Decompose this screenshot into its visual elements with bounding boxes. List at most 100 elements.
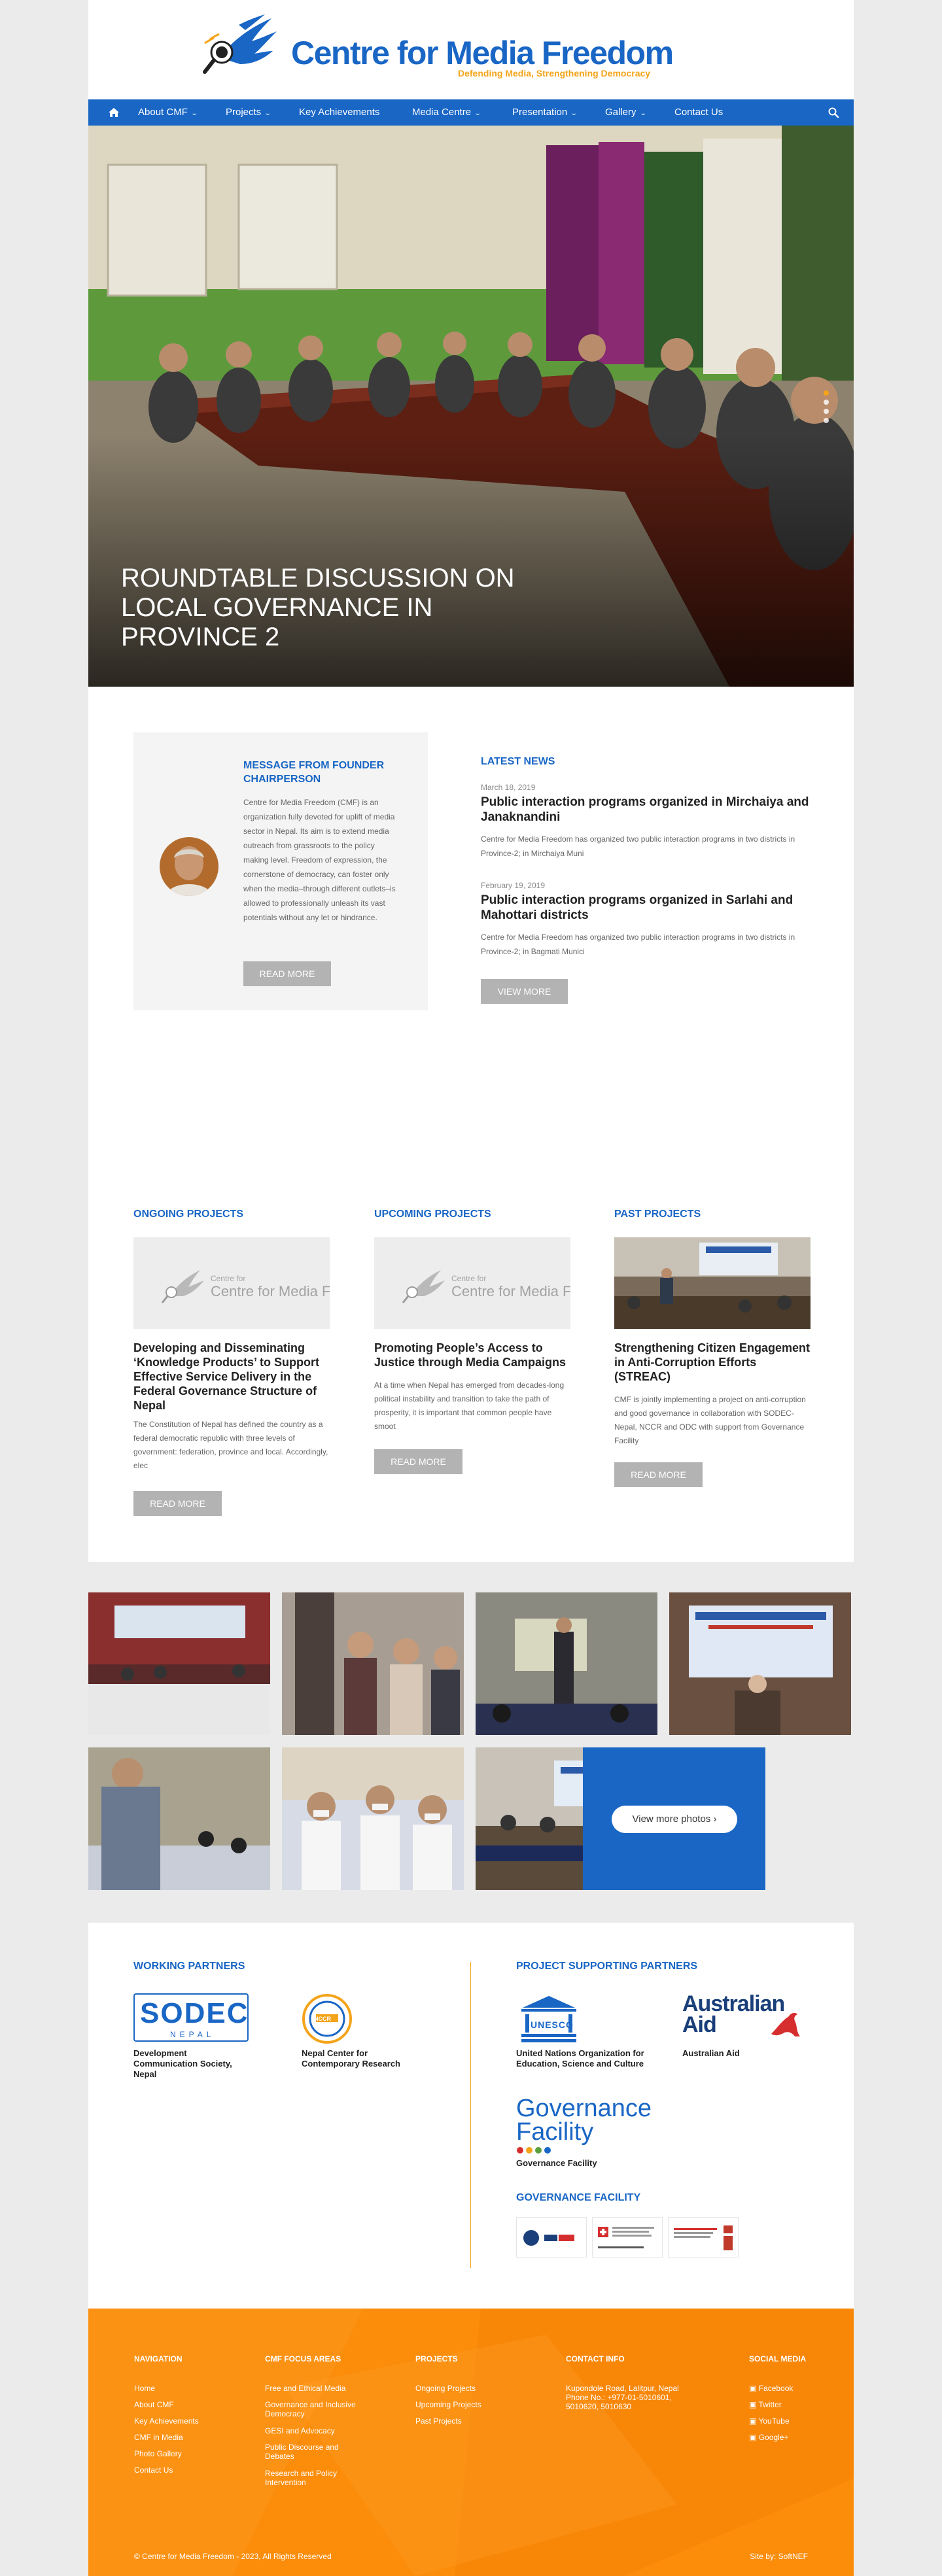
founder-read-more-button[interactable]: READ MORE	[243, 961, 331, 986]
project-read-more-button[interactable]: READ MORE	[374, 1449, 462, 1474]
project-thumbnail[interactable]	[614, 1237, 811, 1329]
footer-link-upcoming[interactable]: Upcoming Projects	[415, 2400, 481, 2409]
footer-nav-heading: NAVIGATION	[134, 2354, 183, 2363]
news-title[interactable]: Public interaction programs organized in…	[481, 795, 814, 825]
google-plus-link[interactable]: ▣ Google+	[749, 2433, 788, 2442]
partners-section: WORKING PARTNERS SODEC NEPAL Development…	[88, 1923, 854, 2309]
project-thumbnail[interactable]: Centre for Centre for Media Freedom	[374, 1237, 570, 1329]
footer-link-focus[interactable]: Public Discourse and Debates	[265, 2443, 363, 2461]
ukaid-logo[interactable]	[516, 2217, 587, 2258]
nav-label: Contact Us	[674, 107, 724, 118]
nav-item-gallery[interactable]: Gallery ⌄	[605, 99, 646, 126]
project-read-more-button[interactable]: READ MORE	[614, 1462, 703, 1487]
latest-news-heading: LATEST NEWS	[481, 756, 555, 767]
hero-slider[interactable]: Roundtable Discussion on Local Governanc…	[88, 126, 854, 687]
australian-aid-logo[interactable]: Australian Aid	[682, 1993, 785, 2036]
gallery-photo[interactable]	[476, 1592, 657, 1735]
governance-facility-logo[interactable]: Governance Facility	[516, 2096, 652, 2144]
gallery-photo[interactable]	[282, 1592, 464, 1735]
nav-item-media-centre[interactable]: Media Centre ⌄	[412, 99, 481, 126]
working-partners-heading: WORKING PARTNERS	[133, 1961, 245, 1972]
facebook-link[interactable]: ▣ Facebook	[749, 2384, 793, 2393]
nav-item-presentation[interactable]: Presentation ⌄	[512, 99, 578, 126]
view-more-news-button[interactable]: VIEW MORE	[481, 979, 568, 1004]
news-date: March 18, 2019	[481, 783, 536, 792]
site-header: Centre for Media Freedom Defending Media…	[88, 0, 854, 99]
site-by-link[interactable]: Site by: SoftNEF	[750, 2552, 808, 2561]
partner-name: Development Communication Society, Nepal	[133, 2048, 232, 2079]
footer-link-contact[interactable]: Contact Us	[134, 2465, 173, 2475]
supporting-partners-heading: PROJECT SUPPORTING PARTNERS	[516, 1961, 698, 1972]
sodec-logo[interactable]: SODEC NEPAL	[133, 1993, 249, 2042]
hero-caption[interactable]: Roundtable Discussion on Local Governanc…	[121, 564, 527, 652]
footer-link-cmf-in-media[interactable]: CMF in Media	[134, 2433, 183, 2442]
youtube-label: YouTube	[758, 2416, 790, 2426]
gallery-photo[interactable]	[88, 1592, 270, 1735]
cmf-logo-icon[interactable]	[200, 12, 285, 82]
search-icon[interactable]	[828, 107, 839, 118]
footer-link-home[interactable]: Home	[134, 2384, 155, 2393]
site-tagline: Defending Media, Strengthening Democracy	[458, 68, 651, 78]
footer-link-focus[interactable]: Research and Policy Intervention	[265, 2469, 363, 2487]
founder-text: Centre for Media Freedom (CMF) is an org…	[243, 798, 396, 922]
nav-label: Media Centre	[412, 107, 472, 118]
youtube-link[interactable]: ▣ YouTube	[749, 2416, 790, 2426]
footer-link-photo-gallery[interactable]: Photo Gallery	[134, 2449, 182, 2458]
footer-link-focus[interactable]: GESI and Advocacy	[265, 2426, 363, 2435]
news-date: February 19, 2019	[481, 881, 546, 890]
nav-item-projects[interactable]: Projects ⌄	[226, 99, 271, 126]
gallery-photo[interactable]	[282, 1747, 464, 1890]
founder-message-card: MESSAGE FROM FOUNDER CHAIRPERSON Centre …	[133, 732, 428, 1010]
chevron-down-icon: ⌄	[264, 110, 271, 117]
twitter-link[interactable]: ▣ Twitter	[749, 2400, 782, 2409]
project-thumbnail[interactable]: Centre for Centre for Media Freedom	[133, 1237, 330, 1329]
partner-name: Governance Facility	[516, 2158, 597, 2168]
twitter-label: Twitter	[758, 2400, 782, 2409]
footer-projects-heading: PROJECTS	[415, 2354, 458, 2363]
slider-dot[interactable]	[824, 400, 829, 405]
footer-link-about[interactable]: About CMF	[134, 2400, 174, 2409]
project-title[interactable]: Promoting People’s Access to Justice thr…	[374, 1341, 570, 1369]
gallery-photo-podium-speaker	[669, 1592, 851, 1735]
gallery-photo-students-masks	[282, 1747, 464, 1890]
danish-embassy-logo[interactable]	[668, 2217, 739, 2258]
slider-dot[interactable]	[824, 390, 829, 396]
nav-item-key-achievements[interactable]: Key Achievements	[299, 99, 379, 126]
google-plus-label: Google+	[758, 2433, 789, 2442]
footer-link-focus[interactable]: Free and Ethical Media	[265, 2384, 363, 2393]
slider-dot[interactable]	[824, 409, 829, 414]
view-more-photos-button[interactable]: View more photos ›	[612, 1806, 737, 1833]
news-excerpt: Centre for Media Freedom has organized t…	[481, 933, 795, 956]
past-projects-heading: PAST PROJECTS	[614, 1209, 701, 1220]
unesco-logo-text: UNESCO	[531, 2019, 574, 2030]
view-more-photos-label: View more photos	[632, 1813, 711, 1825]
workshop-photo	[614, 1237, 811, 1329]
footer-link-past[interactable]: Past Projects	[415, 2416, 462, 2426]
site-title[interactable]: Centre for Media Freedom	[291, 34, 674, 72]
footer-phone: Phone No.: +977-01-5010601, 5010620, 501…	[566, 2393, 672, 2411]
chevron-down-icon: ⌄	[570, 110, 578, 117]
kangaroo-icon	[771, 2012, 800, 2036]
slider-dot[interactable]	[824, 418, 829, 423]
home-icon[interactable]	[108, 107, 120, 118]
footer-link-focus[interactable]: Governance and Inclusive Democracy	[265, 2400, 363, 2418]
footer-focus-heading: CMF FOCUS AREAS	[265, 2354, 341, 2363]
youtube-icon: ▣	[749, 2416, 757, 2426]
main-navigation: About CMF ⌄ Projects ⌄ Key Achievements Me…	[88, 99, 854, 126]
project-title[interactable]: Developing and Disseminating ‘Knowledge …	[133, 1341, 330, 1413]
project-read-more-button[interactable]: READ MORE	[133, 1491, 222, 1516]
facebook-label: Facebook	[758, 2384, 794, 2393]
nav-item-contact-us[interactable]: Contact Us	[674, 99, 723, 126]
news-title[interactable]: Public interaction programs organized in…	[481, 893, 814, 923]
swiss-embassy-logo[interactable]	[592, 2217, 663, 2258]
ukaid-logo-image	[523, 2230, 576, 2246]
nav-item-about-cmf[interactable]: About CMF ⌄	[138, 99, 198, 126]
gallery-photo-speaker-students	[88, 1747, 270, 1890]
footer-link-ongoing[interactable]: Ongoing Projects	[415, 2384, 476, 2393]
nav-label: Gallery	[605, 107, 637, 118]
project-title[interactable]: Strengthening Citizen Engagement in Anti…	[614, 1341, 811, 1384]
footer-link-achievements[interactable]: Key Achievements	[134, 2416, 199, 2426]
gallery-photo[interactable]	[88, 1747, 270, 1890]
gallery-photo[interactable]	[669, 1592, 851, 1735]
footer-background-pattern	[88, 2309, 854, 2576]
